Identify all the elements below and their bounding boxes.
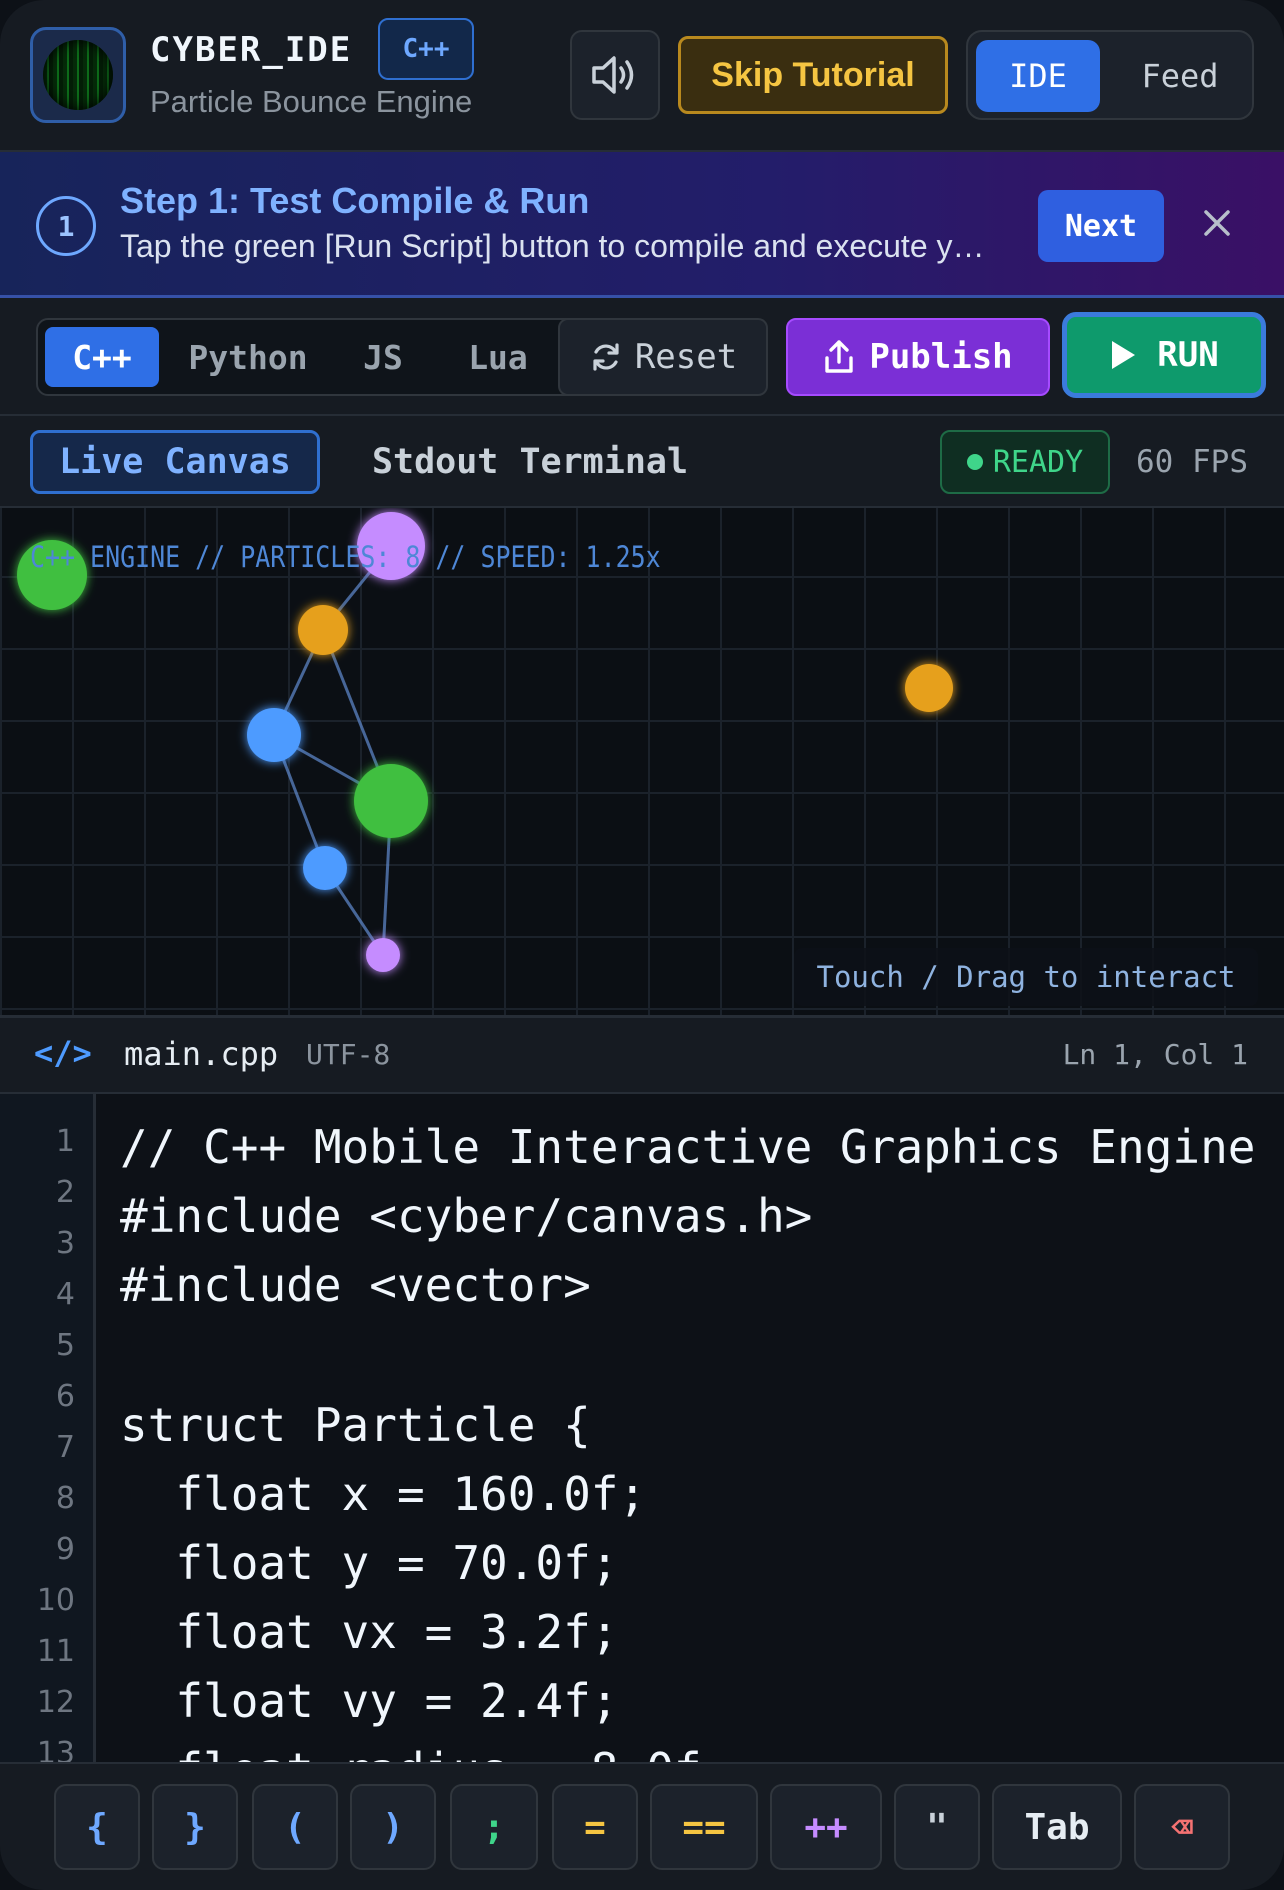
publish-button[interactable]: Publish bbox=[786, 318, 1050, 396]
close-icon bbox=[1204, 210, 1230, 236]
code-line: float x = 160.0f; bbox=[120, 1467, 647, 1521]
line-number: 4 bbox=[55, 1277, 75, 1312]
key-increment[interactable]: ++ bbox=[770, 1784, 882, 1870]
particle bbox=[303, 846, 347, 890]
tab-stdout-terminal[interactable]: Stdout Terminal bbox=[350, 430, 710, 494]
status-badge: READY bbox=[940, 430, 1110, 494]
speaker-icon bbox=[592, 56, 634, 94]
sound-toggle-button[interactable] bbox=[570, 30, 660, 120]
app-header: CYBER_IDE C++ Particle Bounce Engine Ski… bbox=[0, 0, 1284, 152]
editor-toolbar: C++ Python JS Lua Reset Publish RUN bbox=[0, 298, 1284, 416]
touch-hint: Touch / Drag to interact bbox=[794, 948, 1258, 1006]
code-line: #include <vector> bbox=[120, 1258, 591, 1312]
code-line: float vy = 2.4f; bbox=[120, 1674, 619, 1728]
ide-app: CYBER_IDE C++ Particle Bounce Engine Ski… bbox=[0, 0, 1284, 1890]
particles bbox=[17, 512, 953, 972]
file-name: main.cpp bbox=[124, 1035, 279, 1073]
language-badge: C++ bbox=[378, 18, 474, 80]
line-number: 13 bbox=[36, 1736, 75, 1762]
step-description: Tap the green [Run Script] button to com… bbox=[120, 228, 985, 264]
app-title: CYBER_IDE bbox=[150, 30, 353, 70]
key-tab[interactable]: Tab bbox=[992, 1784, 1122, 1870]
skip-tutorial-button[interactable]: Skip Tutorial bbox=[678, 36, 948, 114]
line-number: 3 bbox=[55, 1226, 75, 1261]
line-number: 5 bbox=[55, 1328, 75, 1363]
symbol-keyboard-bar: { } ( ) ; = == ++ " Tab ⌫ bbox=[0, 1762, 1284, 1890]
line-number: 6 bbox=[55, 1379, 75, 1414]
refresh-icon bbox=[593, 343, 619, 371]
code-line: float radius = 8.0f; bbox=[120, 1743, 729, 1762]
code-editor[interactable]: 1 2 3 4 5 6 7 8 9 10 11 12 13 // C++ Mob… bbox=[0, 1094, 1284, 1762]
particle bbox=[298, 605, 348, 655]
reset-button[interactable]: Reset bbox=[558, 318, 768, 396]
line-number: 8 bbox=[55, 1481, 75, 1516]
share-upload-icon bbox=[825, 340, 854, 373]
status-dot-icon bbox=[966, 454, 983, 470]
code-line: #include <cyber/canvas.h> bbox=[120, 1189, 813, 1243]
tutorial-close-button[interactable] bbox=[1192, 198, 1242, 248]
particle bbox=[905, 664, 953, 712]
tab-lua[interactable]: Lua bbox=[438, 327, 558, 387]
line-number: 11 bbox=[36, 1634, 75, 1669]
matrix-logo-icon bbox=[43, 40, 113, 110]
code-line: float y = 70.0f; bbox=[120, 1536, 619, 1590]
tab-cpp[interactable]: C++ bbox=[45, 327, 159, 387]
line-gutter: 1 2 3 4 5 6 7 8 9 10 11 12 13 bbox=[0, 1094, 96, 1762]
key-open-paren[interactable]: ( bbox=[252, 1784, 338, 1870]
key-backspace[interactable]: ⌫ bbox=[1134, 1784, 1230, 1870]
view-tabs-bar: Live Canvas Stdout Terminal READY 60 FPS bbox=[0, 416, 1284, 508]
status-text: READY bbox=[992, 444, 1084, 480]
key-double-equals[interactable]: == bbox=[650, 1784, 758, 1870]
app-subtitle: Particle Bounce Engine bbox=[150, 84, 473, 119]
particle bbox=[247, 708, 301, 762]
mode-feed-button[interactable]: Feed bbox=[1118, 40, 1242, 112]
key-close-paren[interactable]: ) bbox=[350, 1784, 436, 1870]
line-number: 2 bbox=[55, 1175, 75, 1210]
line-number: 1 bbox=[55, 1124, 75, 1159]
fps-counter: 60 FPS bbox=[1136, 444, 1248, 480]
live-canvas[interactable]: C++ ENGINE // PARTICLES: 8 // SPEED: 1.2… bbox=[0, 508, 1284, 1018]
particle bbox=[366, 938, 400, 972]
particle-scene bbox=[17, 512, 953, 972]
run-button[interactable]: RUN bbox=[1062, 312, 1266, 398]
code-line: float vx = 3.2f; bbox=[120, 1605, 619, 1659]
code-icon: </> bbox=[34, 1034, 92, 1072]
step-number: 1 bbox=[36, 196, 96, 256]
mode-switch: IDE Feed bbox=[966, 30, 1254, 120]
tutorial-banner: 1 Step 1: Test Compile & Run Tap the gre… bbox=[0, 152, 1284, 298]
line-number: 7 bbox=[55, 1430, 75, 1465]
tab-js[interactable]: JS bbox=[338, 327, 428, 387]
tab-live-canvas[interactable]: Live Canvas bbox=[30, 430, 320, 494]
avatar[interactable] bbox=[30, 27, 126, 123]
cursor-position: Ln 1, Col 1 bbox=[1062, 1038, 1248, 1071]
step-title: Step 1: Test Compile & Run bbox=[120, 180, 590, 221]
play-icon bbox=[1112, 341, 1136, 369]
engine-hud: C++ ENGINE // PARTICLES: 8 // SPEED: 1.2… bbox=[30, 540, 661, 574]
publish-label: Publish bbox=[869, 337, 1013, 377]
key-semicolon[interactable]: ; bbox=[450, 1784, 538, 1870]
mode-ide-button[interactable]: IDE bbox=[976, 40, 1100, 112]
tutorial-next-button[interactable]: Next bbox=[1038, 190, 1164, 262]
key-close-brace[interactable]: } bbox=[152, 1784, 238, 1870]
line-number: 9 bbox=[55, 1532, 75, 1567]
code-line: // C++ Mobile Interactive Graphics Engin… bbox=[120, 1120, 1256, 1174]
particle bbox=[354, 764, 428, 838]
key-equals[interactable]: = bbox=[552, 1784, 638, 1870]
tab-python[interactable]: Python bbox=[168, 327, 328, 387]
line-number: 10 bbox=[36, 1583, 75, 1618]
key-quote[interactable]: " bbox=[894, 1784, 980, 1870]
line-number: 12 bbox=[36, 1685, 75, 1720]
file-bar: </> main.cpp UTF-8 Ln 1, Col 1 bbox=[0, 1018, 1284, 1094]
file-encoding: UTF-8 bbox=[306, 1038, 391, 1071]
run-label: RUN bbox=[1157, 335, 1219, 375]
reset-label: Reset bbox=[634, 337, 738, 377]
key-open-brace[interactable]: { bbox=[54, 1784, 140, 1870]
code-line: struct Particle { bbox=[120, 1398, 591, 1452]
